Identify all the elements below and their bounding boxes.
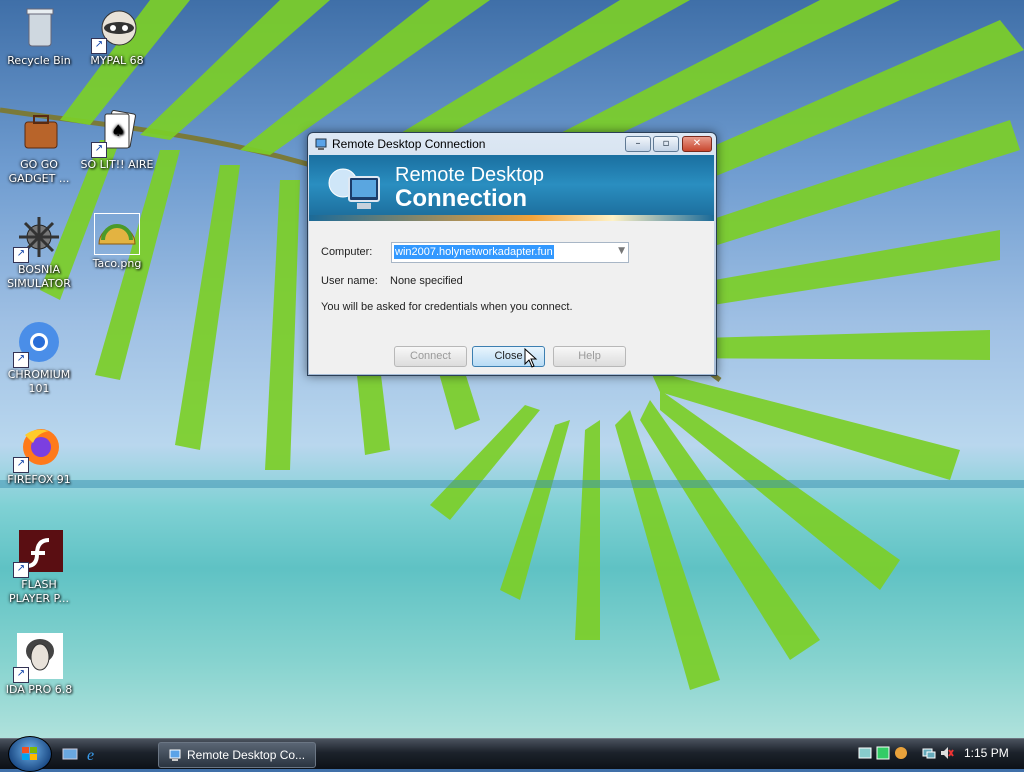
desktop-icon-label: CHROMIUM 101	[7, 368, 71, 395]
shortcut-arrow-icon: ↗	[13, 667, 29, 683]
desktop-icon-label: MYPAL 68	[90, 54, 144, 67]
remote-desktop-icon	[169, 749, 181, 761]
svg-text:♠: ♠	[111, 121, 125, 140]
username-value: None specified	[390, 275, 463, 287]
credentials-info-text: You will be asked for credentials when y…	[321, 301, 573, 313]
recycle-bin-icon	[26, 8, 54, 47]
notification-icon[interactable]	[894, 746, 908, 760]
mouse-cursor-icon	[524, 348, 538, 368]
windows-flag-icon	[22, 747, 37, 760]
desktop-icon-bosnia-simulator[interactable]: ↗ BOSNIA SIMULATOR	[0, 213, 78, 291]
remote-desktop-window: Remote Desktop Connection – ▫ ✕ Remote D…	[307, 132, 717, 376]
desktop-icon-firefox[interactable]: ↗ FIREFOX 91	[0, 423, 78, 487]
desktop-icon-label: BOSNIA SIMULATOR	[7, 263, 71, 290]
window-title: Remote Desktop Connection	[332, 137, 486, 151]
desktop-icon-recycle-bin[interactable]: Recycle Bin	[0, 4, 78, 68]
taskbar: e Remote Desktop Co... 1:15 PM	[0, 736, 1024, 772]
speaker-muted-icon[interactable]	[940, 746, 954, 760]
internet-explorer-icon[interactable]: e	[86, 746, 102, 762]
taskbar-remote-desktop-button[interactable]: Remote Desktop Co...	[158, 742, 316, 768]
dropdown-arrow-icon[interactable]: ▼	[618, 246, 625, 256]
banner-title-line1: Remote Desktop	[395, 164, 544, 186]
desktop-icon-label: IDA PRO 6.8	[5, 683, 73, 696]
svg-text:e: e	[87, 747, 94, 762]
computer-combobox[interactable]: win2007.holynetworkadapter.fun ▼	[391, 242, 629, 263]
clock[interactable]: 1:15 PM	[964, 746, 1009, 760]
computer-value[interactable]: win2007.holynetworkadapter.fun	[394, 245, 554, 259]
security-icon[interactable]	[876, 746, 890, 760]
desktop-icon-label: Taco.png	[92, 257, 142, 270]
start-button[interactable]	[8, 736, 52, 772]
desktop-icon-label: SO LIT!! AIRE	[80, 158, 154, 171]
shortcut-arrow-icon: ↗	[91, 142, 107, 158]
desktop-icon-mypal[interactable]: ↗ MYPAL 68	[78, 4, 156, 68]
desktop-icon-flash-player[interactable]: ↗ FLASH PLAYER P...	[0, 528, 78, 606]
shortcut-arrow-icon: ↗	[13, 247, 29, 263]
desktop-icon-taco[interactable]: Taco.png	[78, 213, 156, 271]
shortcut-arrow-icon: ↗	[13, 562, 29, 578]
desktop-icon-gogo-gadget[interactable]: GO GO GADGET ...	[0, 108, 78, 186]
taskbar-button-label: Remote Desktop Co...	[187, 748, 306, 762]
connect-button[interactable]: Connect	[394, 346, 467, 367]
shortcut-arrow-icon: ↗	[13, 457, 29, 473]
title-bar[interactable]: Remote Desktop Connection – ▫ ✕	[308, 133, 716, 155]
show-desktop-icon[interactable]	[62, 746, 78, 762]
username-label: User name:	[321, 275, 378, 287]
close-window-button[interactable]: ✕	[682, 136, 712, 152]
desktop-icon-label: FIREFOX 91	[7, 473, 71, 486]
minimize-button[interactable]: –	[625, 136, 651, 152]
help-button[interactable]: Help	[553, 346, 626, 367]
banner-title-line2: Connection	[395, 185, 527, 212]
header-banner: Remote Desktop Connection	[309, 155, 714, 221]
desktop-icon-label: GO GO GADGET ...	[8, 158, 70, 185]
shortcut-arrow-icon: ↗	[13, 352, 29, 368]
desktop-icon-label: FLASH PLAYER P...	[9, 578, 69, 605]
briefcase-icon	[24, 115, 58, 149]
network-icon[interactable]	[922, 746, 936, 760]
maximize-button[interactable]: ▫	[653, 136, 679, 152]
shortcut-arrow-icon: ↗	[91, 38, 107, 54]
computer-label: Computer:	[321, 246, 373, 258]
remote-desktop-icon	[315, 138, 327, 150]
remote-desktop-logo-icon	[328, 168, 380, 209]
desktop-icon-solitaire[interactable]: ♠ ↗ SO LIT!! AIRE	[78, 108, 156, 172]
language-bar-icon[interactable]	[858, 746, 872, 760]
desktop-icon-ida-pro[interactable]: ↗ IDA PRO 6.8	[0, 633, 78, 697]
dialog-body: Computer: win2007.holynetworkadapter.fun…	[309, 221, 714, 374]
desktop-icon-chromium[interactable]: ↗ CHROMIUM 101	[0, 318, 78, 396]
taco-icon	[98, 224, 136, 245]
desktop-icon-label: Recycle Bin	[7, 54, 71, 67]
